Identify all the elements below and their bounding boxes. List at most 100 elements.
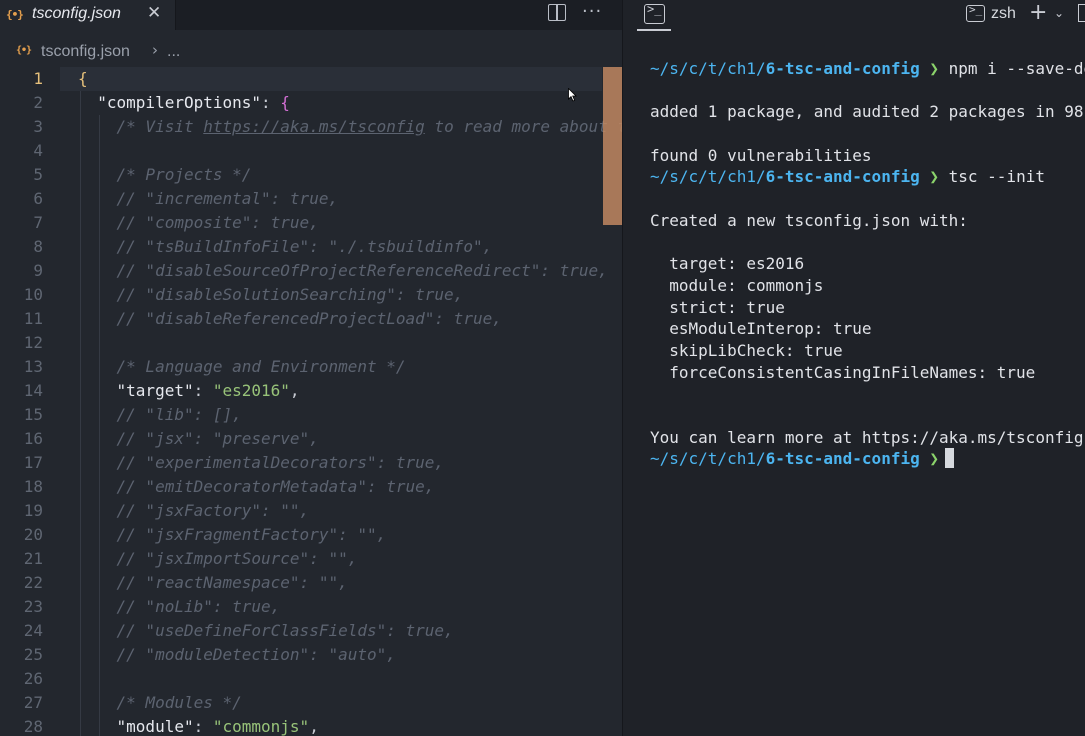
code-line: 13 /* Language and Environment */ — [0, 355, 622, 379]
code-line: 10 // "disableSolutionSearching": true, — [0, 283, 622, 307]
code-text: // "disableSolutionSearching": true, — [116, 285, 464, 304]
breadcrumb-file[interactable]: tsconfig.json — [41, 43, 130, 61]
terminal-line: forceConsistentCasingInFileNames: true — [650, 362, 1036, 382]
code-line: 12 — [0, 331, 622, 355]
split-editor-icon[interactable] — [548, 4, 566, 21]
code-text: // "moduleDetection": "auto", — [116, 645, 396, 664]
line-number: 8 — [33, 237, 43, 256]
line-number: 14 — [23, 381, 43, 400]
json-file-icon: {•} — [16, 45, 32, 56]
code-line: 24 // "useDefineForClassFields": true, — [0, 619, 622, 643]
tab-title: tsconfig.json — [32, 5, 121, 22]
editor-pane[interactable]: {•} tsconfig.json ✕ ··· {•} tsconfig.jso… — [0, 0, 622, 736]
code-line: 21 // "jsxImportSource": "", — [0, 547, 622, 571]
code-line: 15 // "lib": [], — [0, 403, 622, 427]
line-number: 4 — [33, 141, 43, 160]
terminal-line: target: es2016 — [650, 254, 805, 274]
tab-tsconfig-json[interactable]: {•} tsconfig.json ✕ — [0, 0, 176, 30]
code-area[interactable]: 1{2 "compilerOptions": {3 /* Visit https… — [0, 67, 622, 736]
code-text: // "disableReferencedProjectLoad": true, — [116, 309, 502, 328]
code-text: "target": "es2016", — [116, 381, 300, 400]
line-number: 6 — [33, 189, 43, 208]
line-number: 23 — [23, 597, 43, 616]
code-text: // "tsBuildInfoFile": "./.tsbuildinfo", — [116, 237, 493, 256]
code-text: // "emitDecoratorMetadata": true, — [116, 477, 435, 496]
line-number: 22 — [23, 573, 43, 592]
code-line: 16 // "jsx": "preserve", — [0, 427, 622, 451]
terminal-header: >_ >_ zsh + ⌄ — [623, 0, 1085, 32]
terminal-output[interactable]: ~/s/c/t/ch1/6-tsc-and-config ❯ npm i --s… — [650, 58, 1085, 470]
terminal-line: ~/s/c/t/ch1/6-tsc-and-config ❯ — [650, 448, 1085, 470]
terminal-line: found 0 vulnerabilities — [650, 145, 872, 165]
line-number: 9 — [33, 261, 43, 280]
line-number: 27 — [23, 693, 43, 712]
line-number: 11 — [23, 309, 43, 328]
code-text: /* Language and Environment */ — [116, 357, 406, 376]
scrollbar-thumb[interactable] — [603, 67, 622, 225]
close-icon[interactable]: ✕ — [147, 3, 161, 23]
more-actions-icon[interactable]: ··· — [582, 1, 602, 22]
terminal-line: You can learn more at https://aka.ms/tsc… — [650, 427, 1084, 447]
code-text: "module": "commonjs", — [116, 717, 319, 736]
terminal-line: skipLibCheck: true — [650, 340, 843, 360]
line-number: 17 — [23, 453, 43, 472]
code-text: // "composite": true, — [116, 213, 319, 232]
terminal-icon: >_ — [966, 3, 985, 22]
code-line: 23 // "noLib": true, — [0, 595, 622, 619]
active-tab-indicator — [637, 29, 671, 31]
code-line: 6 // "incremental": true, — [0, 187, 622, 211]
line-number: 7 — [33, 213, 43, 232]
code-line: 11 // "disableReferencedProjectLoad": tr… — [0, 307, 622, 331]
code-line: 19 // "jsxFactory": "", — [0, 499, 622, 523]
code-text: // "useDefineForClassFields": true, — [116, 621, 454, 640]
code-text: /* Visit https://aka.ms/tsconfig to read… — [116, 117, 622, 136]
terminal-line: Created a new tsconfig.json with: — [650, 210, 968, 230]
new-terminal-plus-icon[interactable]: + — [1029, 0, 1047, 25]
terminal-icon[interactable]: >_ — [644, 2, 665, 24]
line-number: 28 — [23, 717, 43, 736]
json-file-icon: {•} — [6, 8, 24, 21]
code-line: 9 // "disableSourceOfProjectReferenceRed… — [0, 259, 622, 283]
code-text: // "jsxFactory": "", — [116, 501, 310, 520]
line-number: 21 — [23, 549, 43, 568]
breadcrumb-more[interactable]: ... — [167, 43, 180, 61]
code-text: // "jsxFragmentFactory": "", — [116, 525, 387, 544]
code-line: 18 // "emitDecoratorMetadata": true, — [0, 475, 622, 499]
code-line: 17 // "experimentalDecorators": true, — [0, 451, 622, 475]
chevron-down-icon[interactable]: ⌄ — [1054, 6, 1064, 20]
terminal-line: module: commonjs — [650, 275, 824, 295]
code-line: 4 — [0, 139, 622, 163]
line-number: 5 — [33, 165, 43, 184]
terminal-line: strict: true — [650, 297, 785, 317]
code-line: 28 "module": "commonjs", — [0, 715, 622, 736]
code-text: // "jsx": "preserve", — [116, 429, 319, 448]
terminal-pane[interactable]: >_ >_ zsh + ⌄ ~/s/c/t/ch1/6-tsc-and-conf… — [623, 0, 1085, 736]
shell-label[interactable]: zsh — [991, 5, 1016, 23]
code-line: 26 — [0, 667, 622, 691]
terminal-cursor — [945, 448, 954, 469]
line-number: 10 — [23, 285, 43, 304]
code-text: /* Modules */ — [116, 693, 242, 712]
code-line: 2 "compilerOptions": { — [0, 91, 622, 115]
line-number: 16 — [23, 429, 43, 448]
code-line: 1{ — [0, 67, 622, 91]
code-line: 5 /* Projects */ — [0, 163, 622, 187]
code-text: // "experimentalDecorators": true, — [116, 453, 445, 472]
code-text: // "reactNamespace": "", — [116, 573, 348, 592]
code-line: 27 /* Modules */ — [0, 691, 622, 715]
code-line: 20 // "jsxFragmentFactory": "", — [0, 523, 622, 547]
line-number: 12 — [23, 333, 43, 352]
chevron-right-icon: › — [152, 41, 158, 59]
editor-tab-bar: {•} tsconfig.json ✕ ··· — [0, 0, 622, 30]
line-number: 19 — [23, 501, 43, 520]
code-text: { — [78, 69, 88, 88]
line-number: 15 — [23, 405, 43, 424]
trash-icon[interactable] — [1078, 4, 1085, 22]
code-line: 25 // "moduleDetection": "auto", — [0, 643, 622, 667]
